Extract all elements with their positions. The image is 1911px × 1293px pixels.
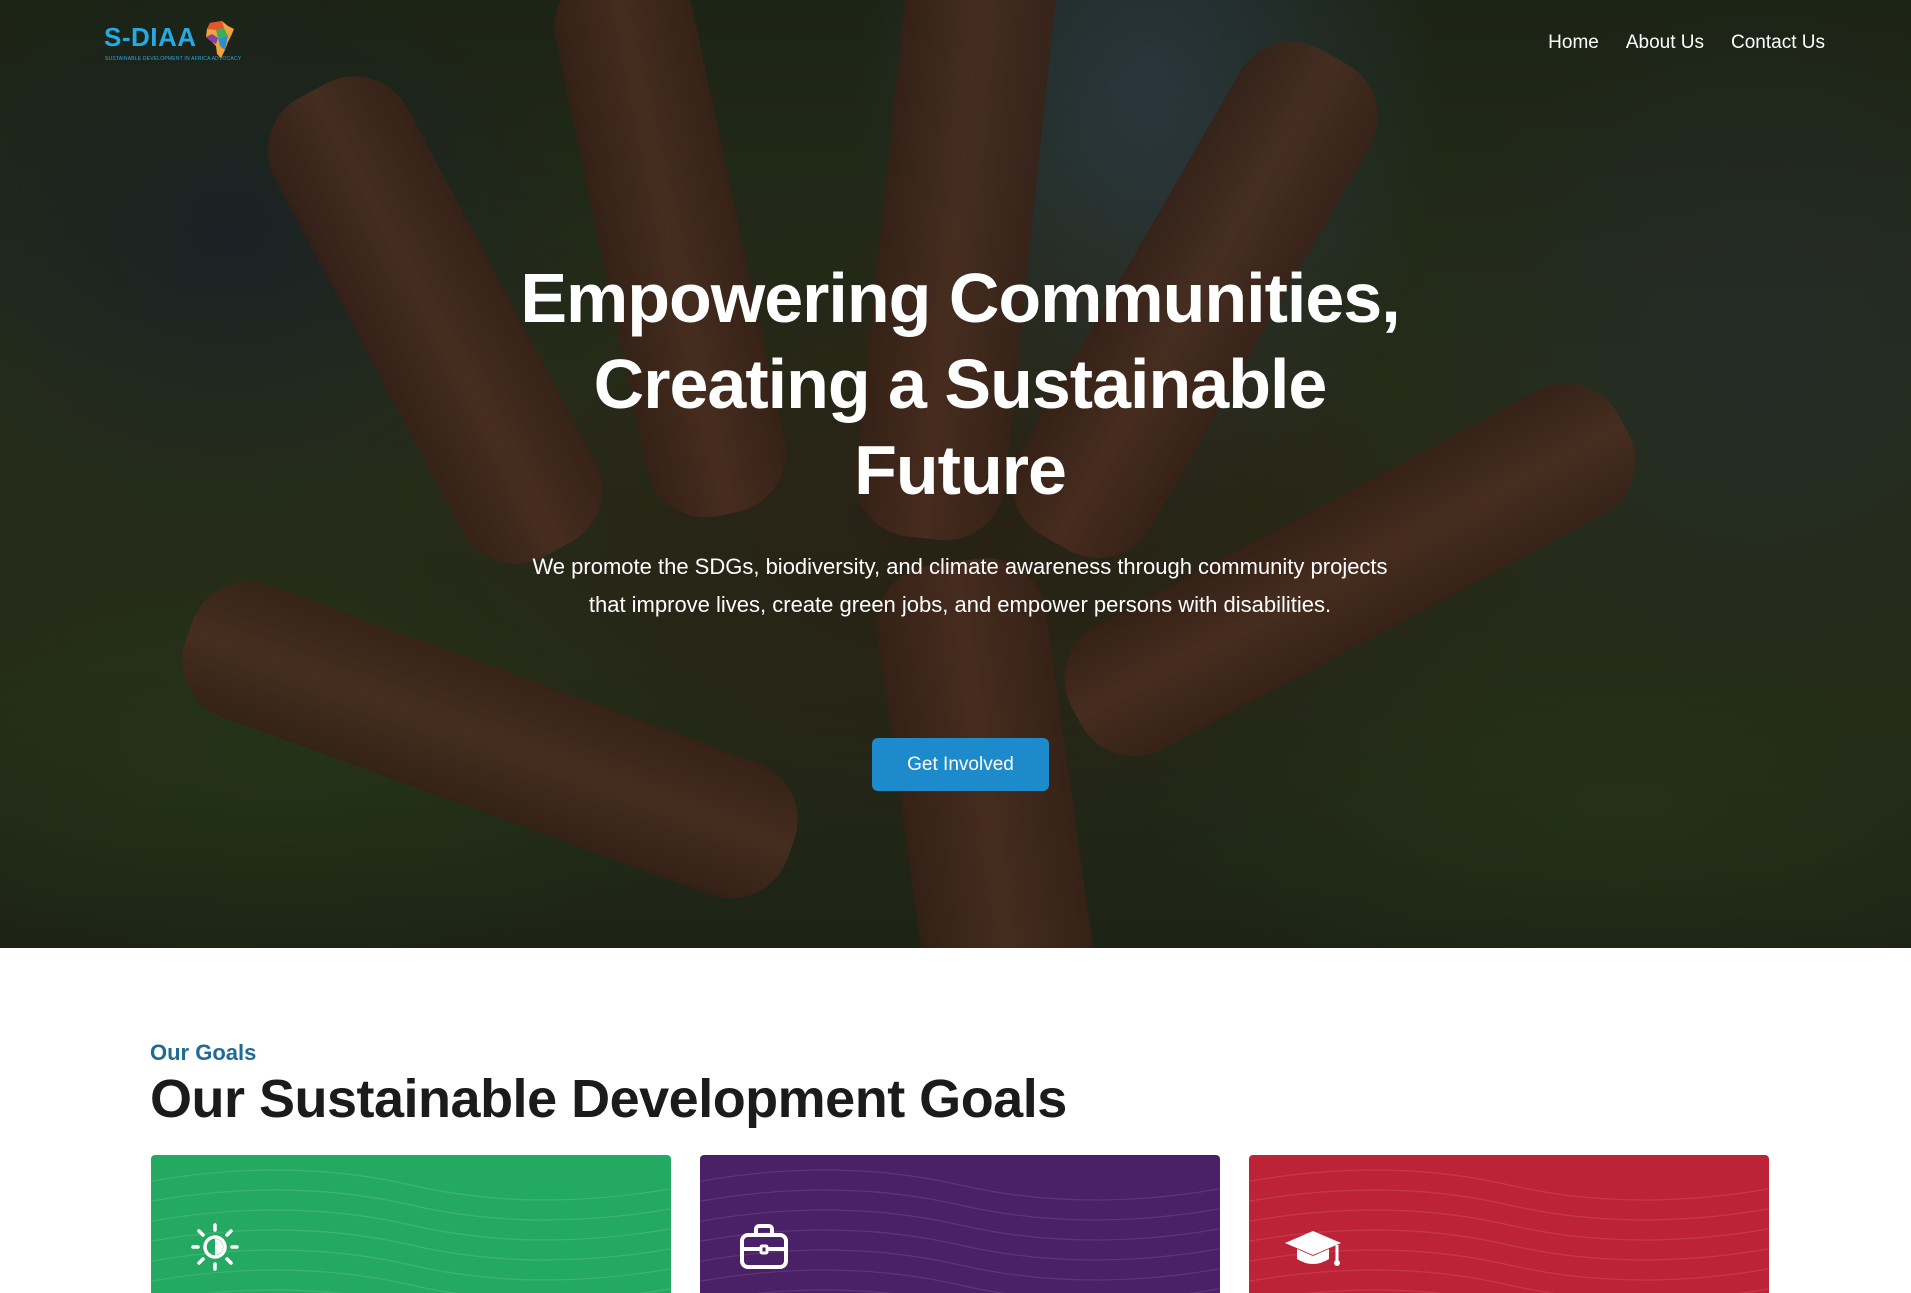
goals-title: Our Sustainable Development Goals — [150, 1069, 1067, 1129]
hero-subtitle: We promote the SDGs, biodiversity, and c… — [532, 554, 1388, 617]
goal-card[interactable] — [151, 1155, 671, 1293]
sun-icon — [191, 1223, 239, 1271]
brand-logo[interactable]: S-DIAA SUSTAINABLE DEVELOPMENT IN AFRICA… — [104, 20, 241, 64]
get-involved-button[interactable]: Get Involved — [872, 738, 1049, 791]
nav-about-us[interactable]: About Us — [1626, 32, 1704, 54]
nav-home[interactable]: Home — [1548, 32, 1599, 54]
nav-contact-us[interactable]: Contact Us — [1731, 32, 1825, 54]
briefcase-icon — [740, 1224, 788, 1269]
brand-name: S-DIAA — [104, 22, 197, 52]
main-nav: Home About Us Contact Us — [1548, 32, 1825, 54]
graduation-cap-icon — [1285, 1231, 1341, 1266]
hero-title: Empowering Communities, Creating a Susta… — [520, 259, 1400, 509]
hero-content: S-DIAA SUSTAINABLE DEVELOPMENT IN AFRICA… — [0, 0, 1911, 948]
goals-eyebrow: Our Goals — [150, 1040, 257, 1065]
hero-section: S-DIAA SUSTAINABLE DEVELOPMENT IN AFRICA… — [0, 0, 1911, 948]
goal-card[interactable] — [1249, 1155, 1769, 1293]
africa-map-icon — [206, 21, 234, 58]
goal-card[interactable] — [700, 1155, 1220, 1293]
